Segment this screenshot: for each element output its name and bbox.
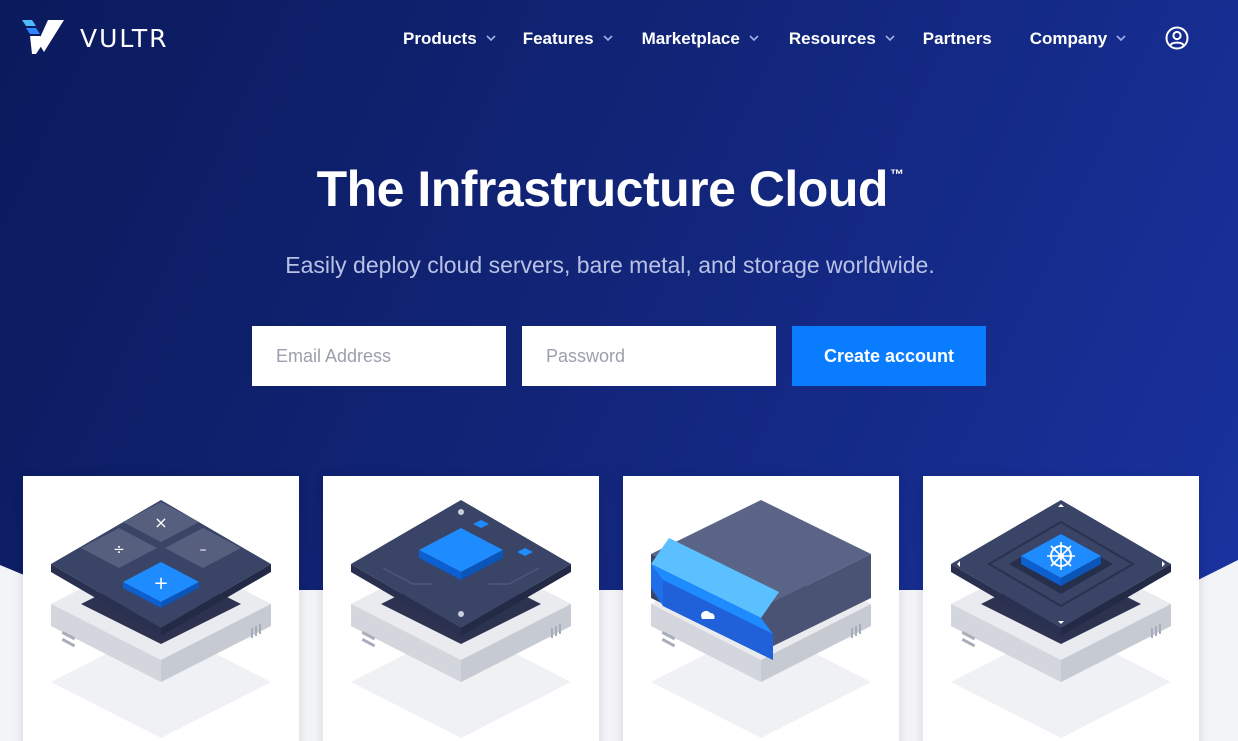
kubernetes-server-icon bbox=[951, 500, 1171, 738]
nav-features-label: Features bbox=[522, 29, 594, 48]
product-card[interactable] bbox=[323, 476, 599, 741]
trademark-mark: ™ bbox=[889, 166, 904, 182]
hero-section: VULTR Products Features Marketplace Reso… bbox=[0, 0, 1238, 741]
page-title: The Infrastructure Cloud ™ bbox=[0, 160, 1220, 218]
chevron-down-icon bbox=[749, 33, 759, 43]
chevron-down-icon bbox=[602, 33, 613, 43]
nav-resources[interactable]: Resources bbox=[789, 28, 895, 50]
svg-text:+: + bbox=[153, 573, 168, 594]
product-card[interactable]: × ÷ – + bbox=[23, 476, 299, 741]
chip-server-icon bbox=[351, 500, 571, 738]
product-card[interactable] bbox=[923, 476, 1199, 741]
nav-partners-label: Partners bbox=[922, 29, 992, 48]
vultr-v-logo-icon bbox=[22, 20, 64, 54]
vultr-logo[interactable]: VULTR bbox=[22, 20, 169, 56]
password-field[interactable] bbox=[522, 326, 776, 386]
nav-products-label: Products bbox=[403, 29, 477, 48]
nav-resources-label: Resources bbox=[788, 29, 876, 48]
nav-marketplace-label: Marketplace bbox=[641, 29, 740, 48]
nav-company-label: Company bbox=[1029, 29, 1108, 48]
email-field[interactable] bbox=[252, 326, 506, 386]
main-nav: Products Features Marketplace Resources … bbox=[403, 28, 1126, 50]
chevron-down-icon bbox=[1116, 33, 1126, 43]
svg-text:×: × bbox=[154, 513, 167, 532]
product-card[interactable] bbox=[623, 476, 899, 741]
nav-company[interactable]: Company bbox=[1030, 28, 1126, 50]
nav-marketplace[interactable]: Marketplace bbox=[642, 28, 759, 50]
chevron-down-icon bbox=[885, 33, 895, 43]
user-circle-icon[interactable] bbox=[1165, 26, 1189, 50]
nav-features[interactable]: Features bbox=[523, 28, 613, 50]
svg-text:÷: ÷ bbox=[113, 542, 125, 558]
hero-subtitle: Easily deploy cloud servers, bare metal,… bbox=[285, 252, 935, 278]
calculator-server-icon: × ÷ – + bbox=[51, 500, 271, 738]
create-account-button[interactable]: Create account bbox=[792, 326, 986, 386]
nav-partners[interactable]: Partners bbox=[923, 28, 992, 50]
brand-name: VULTR bbox=[80, 23, 169, 53]
storage-drive-server-icon bbox=[651, 500, 871, 738]
nav-products[interactable]: Products bbox=[403, 28, 496, 50]
svg-text:–: – bbox=[200, 542, 207, 558]
page-title-text: The Infrastructure Cloud bbox=[316, 161, 889, 217]
chevron-down-icon bbox=[486, 33, 496, 43]
